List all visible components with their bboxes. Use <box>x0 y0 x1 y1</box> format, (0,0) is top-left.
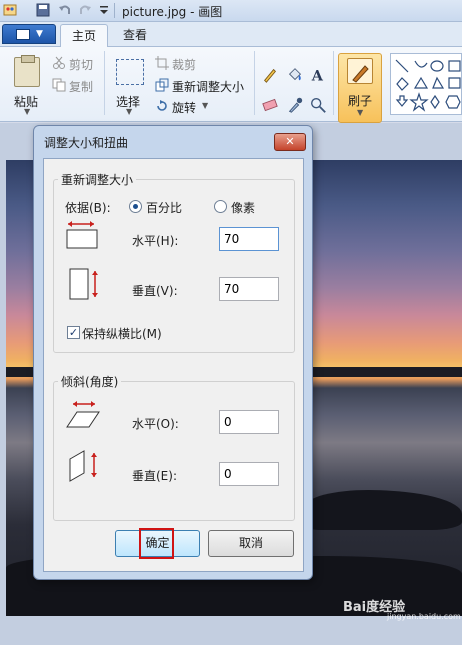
dialog-title: 调整大小和扭曲 <box>44 136 129 150</box>
pixels-radio[interactable] <box>214 200 227 213</box>
customize-quick-access-icon[interactable] <box>97 3 111 17</box>
chevron-down-icon: ▼ <box>36 29 43 39</box>
horizontal-resize-icon <box>66 221 98 249</box>
menu-icon <box>16 29 30 40</box>
watermark: Bai度经验 jingyan.baidu.com <box>343 596 461 621</box>
paste-icon[interactable] <box>14 55 40 87</box>
watermark-sub: jingyan.baidu.com <box>387 612 461 621</box>
rotate-icon <box>157 100 167 111</box>
group-separator <box>254 51 255 115</box>
copy-icon <box>52 78 66 92</box>
resize-vertical-label: 垂直(V): <box>132 284 178 298</box>
skew-vertical-input[interactable] <box>219 462 279 486</box>
title-separator <box>114 3 115 18</box>
shapes-gallery[interactable] <box>390 53 462 115</box>
close-button[interactable]: ✕ <box>274 133 306 151</box>
vertical-skew-icon <box>69 450 97 482</box>
brushes-button[interactable]: 刷子 ▼ <box>338 53 382 123</box>
skew-horizontal-label: 水平(O): <box>132 417 179 431</box>
keep-ratio-label[interactable]: 保持纵横比(M) <box>82 325 162 342</box>
window-title: picture.jpg - 画图 <box>122 5 223 19</box>
color-picker-icon[interactable] <box>285 95 305 115</box>
horizontal-skew-icon <box>66 401 100 428</box>
paint-app-icon[interactable] <box>3 3 17 17</box>
rotate-button[interactable]: 旋转 <box>172 99 196 116</box>
redo-icon[interactable] <box>78 3 92 17</box>
skew-vertical-label: 垂直(E): <box>132 469 177 483</box>
paint-menu-button[interactable]: ▼ <box>2 24 56 44</box>
ok-button-highlight-box <box>139 528 174 559</box>
group-separator <box>104 51 105 115</box>
resize-horizontal-label: 水平(H): <box>132 234 179 248</box>
select-dropdown-icon[interactable]: ▼ <box>126 107 132 116</box>
keep-ratio-checkbox[interactable]: ✓ <box>67 326 80 339</box>
shapes-icons <box>395 59 461 112</box>
by-label: 依据(B): <box>65 201 111 215</box>
cancel-button[interactable]: 取消 <box>208 530 294 557</box>
copy-button[interactable]: 复制 <box>69 78 93 95</box>
skew-group-legend: 倾斜(角度) <box>58 373 122 390</box>
resize-group-legend: 重新调整大小 <box>58 171 137 188</box>
crop-icon <box>155 56 169 70</box>
cut-button[interactable]: 剪切 <box>69 56 93 73</box>
resize-horizontal-input[interactable] <box>219 227 279 251</box>
brush-icon <box>347 58 373 84</box>
text-tool-icon[interactable]: A <box>308 65 328 85</box>
photo-driftwood <box>306 490 462 530</box>
eraser-icon[interactable] <box>260 95 280 115</box>
undo-icon[interactable] <box>58 3 72 17</box>
tab-view[interactable]: 查看 <box>112 24 158 48</box>
crop-button[interactable]: 裁剪 <box>172 56 196 73</box>
pixels-option-label[interactable]: 像素 <box>231 199 255 216</box>
scissors-icon <box>53 56 65 69</box>
fill-bucket-icon[interactable] <box>285 65 305 85</box>
select-icon[interactable] <box>116 59 144 85</box>
title-bar: picture.jpg - 画图 <box>0 0 462 22</box>
vertical-resize-icon <box>69 268 98 300</box>
magnifier-icon[interactable] <box>308 95 328 115</box>
resize-button[interactable]: 重新调整大小 <box>172 78 244 95</box>
paste-dropdown-icon[interactable]: ▼ <box>24 107 30 116</box>
svg-text:A: A <box>311 67 324 84</box>
resize-skew-dialog: 调整大小和扭曲 ✕ 重新调整大小 依据(B): 百分比 像素 水平(H): 垂直… <box>33 125 313 580</box>
brushes-dropdown-icon: ▼ <box>357 108 364 117</box>
skew-horizontal-input[interactable] <box>219 410 279 434</box>
tab-home[interactable]: 主页 <box>60 24 108 48</box>
percent-radio[interactable] <box>129 200 142 213</box>
brushes-label: 刷子 <box>348 94 373 108</box>
resize-icon <box>155 78 169 92</box>
pencil-icon[interactable] <box>260 65 280 85</box>
save-icon[interactable] <box>36 3 50 17</box>
percent-option-label[interactable]: 百分比 <box>146 199 182 216</box>
group-separator <box>333 51 334 115</box>
resize-vertical-input[interactable] <box>219 277 279 301</box>
dialog-body: 重新调整大小 依据(B): 百分比 像素 水平(H): 垂直(V): ✓ 保持纵… <box>43 158 304 572</box>
rotate-dropdown-icon[interactable]: ▼ <box>202 101 208 110</box>
